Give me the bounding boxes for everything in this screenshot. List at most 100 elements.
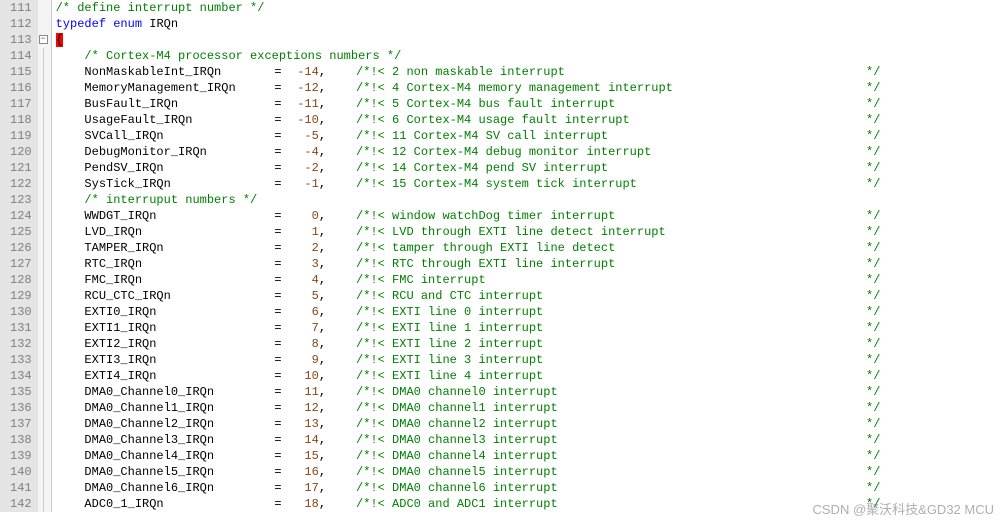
enum-value: 5 xyxy=(312,289,319,303)
enum-value: 4 xyxy=(312,273,319,287)
code-line: TAMPER_IRQn= 2,/*!< tamper through EXTI … xyxy=(56,240,1004,256)
enum-value: 2 xyxy=(312,241,319,255)
code-line: DMA0_Channel2_IRQn= 13,/*!< DMA0 channel… xyxy=(56,416,1004,432)
inline-comment: /*!< RCU and CTC interrupt xyxy=(356,289,543,303)
inline-comment: /*!< 14 Cortex-M4 pend SV interrupt xyxy=(356,161,608,175)
inline-comment: /*!< EXTI line 2 interrupt xyxy=(356,337,543,351)
enum-member: UsageFault_IRQn xyxy=(84,113,192,127)
inline-comment: /*!< EXTI line 0 interrupt xyxy=(356,305,543,319)
line-number: 128 xyxy=(10,272,32,288)
comment-close: */ xyxy=(866,321,880,335)
enum-member: RCU_CTC_IRQn xyxy=(84,289,170,303)
comment-close: */ xyxy=(866,161,880,175)
code-line: { xyxy=(56,32,1004,48)
code-line: DMA0_Channel5_IRQn= 16,/*!< DMA0 channel… xyxy=(56,464,1004,480)
comma: , xyxy=(319,337,326,351)
enum-value: 17 xyxy=(304,481,318,495)
equals-op: = xyxy=(274,129,281,143)
code-line: /* interruput numbers */ xyxy=(56,192,1004,208)
comment-close: */ xyxy=(866,113,880,127)
watermark: CSDN @聚沃科技&GD32 MCU xyxy=(813,499,995,518)
inline-comment: /*!< DMA0 channel6 interrupt xyxy=(356,481,558,495)
enum-member: EXTI2_IRQn xyxy=(84,337,156,351)
equals-op: = xyxy=(274,273,281,287)
line-number: 129 xyxy=(10,288,32,304)
comment-close: */ xyxy=(866,433,880,447)
enum-member: BusFault_IRQn xyxy=(84,97,178,111)
code-line: SVCall_IRQn= -5,/*!< 11 Cortex-M4 SV cal… xyxy=(56,128,1004,144)
line-number: 120 xyxy=(10,144,32,160)
line-number: 141 xyxy=(10,480,32,496)
line-number: 122 xyxy=(10,176,32,192)
enum-value: 13 xyxy=(304,417,318,431)
inline-comment: /*!< 5 Cortex-M4 bus fault interrupt xyxy=(356,97,615,111)
comment-close: */ xyxy=(866,97,880,111)
code-line: PendSV_IRQn= -2,/*!< 14 Cortex-M4 pend S… xyxy=(56,160,1004,176)
comment-close: */ xyxy=(866,241,880,255)
comma: , xyxy=(319,225,326,239)
enum-value: 6 xyxy=(312,305,319,319)
comma: , xyxy=(319,129,326,143)
comma: , xyxy=(319,321,326,335)
comma: , xyxy=(319,161,326,175)
fold-guide-line xyxy=(43,48,44,512)
equals-op: = xyxy=(274,241,281,255)
comment-close: */ xyxy=(866,289,880,303)
line-number-gutter: 1111121131141151161171181191201211221231… xyxy=(0,0,38,512)
comment-close: */ xyxy=(866,353,880,367)
enum-member: PendSV_IRQn xyxy=(84,161,163,175)
code-line: /* define interrupt number */ xyxy=(56,0,1004,16)
line-number: 118 xyxy=(10,112,32,128)
code-line: DMA0_Channel1_IRQn= 12,/*!< DMA0 channel… xyxy=(56,400,1004,416)
comment-close: */ xyxy=(866,129,880,143)
code-line: typedef enum IRQn xyxy=(56,16,1004,32)
equals-op: = xyxy=(274,289,281,303)
inline-comment: /*!< window watchDog timer interrupt xyxy=(356,209,615,223)
enum-value: -12 xyxy=(297,81,319,95)
line-number: 113 xyxy=(10,32,32,48)
inline-comment: /*!< 15 Cortex-M4 system tick interrupt xyxy=(356,177,637,191)
comment-close: */ xyxy=(866,337,880,351)
inline-comment: /*!< EXTI line 3 interrupt xyxy=(356,353,543,367)
equals-op: = xyxy=(274,465,281,479)
equals-op: = xyxy=(274,257,281,271)
line-number: 116 xyxy=(10,80,32,96)
enum-value: -11 xyxy=(297,97,319,111)
comment-close: */ xyxy=(866,225,880,239)
enum-member: DMA0_Channel6_IRQn xyxy=(84,481,214,495)
header-comment: /* define interrupt number */ xyxy=(56,1,265,15)
inline-comment: /*!< RTC through EXTI line interrupt xyxy=(356,257,615,271)
fold-toggle-icon[interactable]: − xyxy=(39,35,48,44)
inline-comment: /*!< DMA0 channel4 interrupt xyxy=(356,449,558,463)
enum-name: IRQn xyxy=(149,17,178,31)
comma: , xyxy=(319,65,326,79)
inline-comment: /*!< 12 Cortex-M4 debug monitor interrup… xyxy=(356,145,651,159)
code-area[interactable]: /* define interrupt number */typedef enu… xyxy=(52,0,1004,512)
open-brace: { xyxy=(56,33,63,47)
line-number: 124 xyxy=(10,208,32,224)
fold-margin[interactable]: − xyxy=(38,0,52,512)
enum-value: 3 xyxy=(312,257,319,271)
code-line: EXTI4_IRQn= 10,/*!< EXTI line 4 interrup… xyxy=(56,368,1004,384)
code-line: DMA0_Channel3_IRQn= 14,/*!< DMA0 channel… xyxy=(56,432,1004,448)
enum-value: 8 xyxy=(312,337,319,351)
line-number: 134 xyxy=(10,368,32,384)
equals-op: = xyxy=(274,449,281,463)
line-number: 138 xyxy=(10,432,32,448)
enum-value: -1 xyxy=(304,177,318,191)
comma: , xyxy=(319,353,326,367)
comma: , xyxy=(319,113,326,127)
section-comment: /* Cortex-M4 processor exceptions number… xyxy=(84,49,401,63)
enum-member: EXTI4_IRQn xyxy=(84,369,156,383)
equals-op: = xyxy=(274,337,281,351)
enum-value: -4 xyxy=(304,145,318,159)
kw-enum: enum xyxy=(113,17,142,31)
line-number: 119 xyxy=(10,128,32,144)
enum-member: EXTI0_IRQn xyxy=(84,305,156,319)
equals-op: = xyxy=(274,481,281,495)
enum-value: -10 xyxy=(297,113,319,127)
inline-comment: /*!< 4 Cortex-M4 memory management inter… xyxy=(356,81,673,95)
equals-op: = xyxy=(274,81,281,95)
comment-close: */ xyxy=(866,481,880,495)
enum-value: 10 xyxy=(304,369,318,383)
